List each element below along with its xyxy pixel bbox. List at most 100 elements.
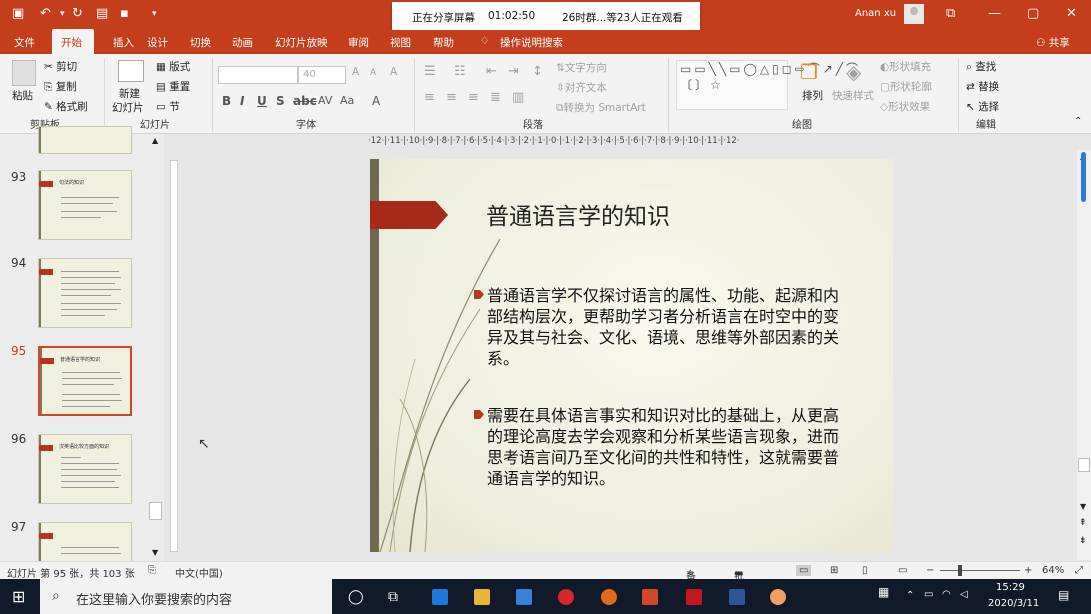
new-slide-button-line2[interactable]: 幻灯片: [112, 100, 144, 115]
normal-view-icon[interactable]: ▭: [796, 565, 812, 576]
paste-button[interactable]: 粘贴: [12, 88, 33, 103]
tab-review[interactable]: 审阅: [348, 35, 369, 50]
replace-button[interactable]: ⇄ 替换: [966, 79, 999, 94]
decrease-indent-icon[interactable]: ⇤: [486, 64, 497, 79]
share-button[interactable]: ⚇ 共享: [1036, 35, 1070, 50]
cut-button[interactable]: ✂ 剪切: [44, 59, 77, 74]
close-icon[interactable]: ✕: [1066, 6, 1077, 21]
numbering-icon[interactable]: ☷: [454, 64, 466, 79]
collapse-ribbon-icon[interactable]: ⌃: [1074, 116, 1082, 127]
firefox-icon[interactable]: [601, 589, 617, 605]
zoom-out-icon[interactable]: −: [926, 565, 934, 576]
text-direction-button[interactable]: ⇅文字方向: [556, 60, 607, 75]
editor-scrollbar[interactable]: ▲ ▼ ⇞ ⇟: [1077, 150, 1091, 560]
tab-insert[interactable]: 插入: [113, 35, 134, 50]
fit-slide-icon[interactable]: ⤢: [1075, 565, 1083, 576]
thumbnails-scrollbar[interactable]: ▲ ▼: [148, 134, 164, 561]
align-left-icon[interactable]: ≡: [424, 90, 435, 105]
customize-icon[interactable]: ▪: [120, 6, 129, 21]
select-button[interactable]: ↖ 选择: [966, 99, 999, 114]
zoom-level[interactable]: 64%: [1042, 565, 1064, 576]
scroll-thumb[interactable]: [1078, 458, 1090, 472]
layout-button[interactable]: ▦ 版式: [156, 59, 190, 74]
taskbar-search-box[interactable]: ⌕ 在这里输入你要搜索的内容: [40, 579, 332, 614]
scroll-up-icon[interactable]: ▲: [152, 136, 158, 145]
slide-title[interactable]: 普通语言学的知识: [486, 197, 670, 231]
justify-icon[interactable]: ≣: [490, 90, 501, 105]
current-slide[interactable]: 普通语言学的知识 普通语言学不仅探讨语言的属性、功能、起源和内部结构层次，更帮助…: [370, 159, 893, 552]
user-name[interactable]: Anan xu: [855, 8, 896, 19]
next-slide-icon[interactable]: ⇟: [1079, 536, 1087, 546]
tab-file[interactable]: 文件: [14, 35, 35, 50]
battery-icon[interactable]: ▭: [924, 589, 933, 600]
tab-help[interactable]: 帮助: [433, 35, 454, 50]
ribbon-display-icon[interactable]: ⧉: [946, 6, 955, 21]
clock-time[interactable]: 15:29: [996, 582, 1025, 593]
tab-home[interactable]: 开始: [52, 29, 94, 55]
redo-icon[interactable]: ↻: [72, 6, 83, 21]
font-color-icon[interactable]: A: [372, 94, 380, 108]
shadow-icon[interactable]: S: [276, 94, 285, 108]
netease-music-icon[interactable]: [558, 589, 574, 605]
char-spacing-icon[interactable]: AV: [318, 94, 332, 107]
bullet-paragraph[interactable]: 需要在具体语言事实和知识对比的基础上，从更高的理论高度去学会观察和分析某些语言现…: [474, 405, 842, 489]
align-text-button[interactable]: ⇳对齐文本: [556, 80, 607, 95]
bullet-paragraph[interactable]: 普通语言学不仅探讨语言的属性、功能、起源和内部结构层次，更帮助学习者分析语言在时…: [474, 285, 842, 369]
tab-design[interactable]: 设计: [147, 35, 168, 50]
scroll-thumb[interactable]: [149, 502, 162, 520]
quick-styles-button[interactable]: 快速样式: [832, 88, 874, 103]
increase-indent-icon[interactable]: ⇥: [508, 64, 519, 79]
scroll-down-icon[interactable]: ▼: [152, 548, 158, 557]
notifications-icon[interactable]: ▤: [1058, 588, 1069, 602]
tell-me-search[interactable]: 操作说明搜索: [500, 35, 563, 50]
pdf-reader-icon[interactable]: [686, 589, 702, 605]
tray-app-icon[interactable]: ▦: [878, 585, 889, 599]
slide-sorter-icon[interactable]: ⊞: [830, 565, 838, 576]
scroll-down-icon[interactable]: ▼: [1080, 502, 1086, 511]
prev-slide-icon[interactable]: ⇞: [1079, 518, 1087, 528]
underline-icon[interactable]: U: [257, 94, 267, 108]
reset-button[interactable]: ▤ 重置: [156, 79, 190, 94]
undo-icon[interactable]: ↶: [40, 6, 51, 21]
shape-outline-button[interactable]: ▢形状轮廓: [880, 79, 932, 94]
shape-effects-button[interactable]: ◇形状效果: [880, 99, 930, 114]
chevron-down-icon[interactable]: ▾: [60, 9, 65, 19]
clear-format-icon[interactable]: A: [390, 66, 397, 78]
maximize-icon[interactable]: ▢: [1027, 6, 1039, 21]
spellcheck-icon[interactable]: ⎘: [148, 565, 156, 576]
store-icon[interactable]: [516, 589, 532, 605]
arrange-button[interactable]: 排列: [802, 88, 823, 103]
align-right-icon[interactable]: ≡: [468, 90, 479, 105]
slide-thumbnail[interactable]: 句法的知识: [38, 170, 132, 240]
wifi-icon[interactable]: ◠: [942, 589, 951, 600]
reading-view-icon[interactable]: ▯: [862, 565, 868, 576]
strikethrough-icon[interactable]: abc: [293, 94, 317, 108]
slide-thumbnail-selected[interactable]: 普通语言学的知识: [38, 346, 132, 416]
tab-view[interactable]: 视图: [390, 35, 411, 50]
language[interactable]: 中文(中国): [175, 565, 223, 580]
word-icon[interactable]: [729, 589, 745, 605]
shape-fill-button[interactable]: ◐形状填充: [880, 59, 931, 74]
share-viewers[interactable]: 26时群...等23人正在观看: [562, 10, 683, 25]
font-size-select[interactable]: 40: [298, 66, 346, 84]
font-shrink-icon[interactable]: A: [370, 68, 376, 78]
save-icon[interactable]: ▣: [12, 6, 24, 21]
section-button[interactable]: ▭ 节: [156, 99, 180, 114]
app-avatar-icon[interactable]: [770, 589, 786, 605]
align-center-icon[interactable]: ≡: [446, 90, 457, 105]
avatar[interactable]: [904, 4, 924, 24]
zoom-slider[interactable]: [940, 570, 1020, 571]
columns-icon[interactable]: ▥: [512, 90, 524, 105]
clock-date[interactable]: 2020/3/11: [988, 598, 1039, 609]
shapes-gallery[interactable]: ▭▭╲╲▭◯△▯◻⇨⌒↗╱⌒〔〕☆: [676, 60, 858, 110]
zoom-slider-thumb[interactable]: [958, 565, 962, 576]
font-name-select[interactable]: [218, 66, 298, 84]
change-case-icon[interactable]: Aa: [340, 94, 354, 107]
line-spacing-icon[interactable]: ↕: [532, 64, 543, 79]
slide-thumbnail[interactable]: 汉英语比较方面的知识: [38, 434, 132, 504]
windows-start-icon[interactable]: ⊞: [12, 587, 25, 606]
bold-icon[interactable]: B: [222, 94, 231, 108]
minimize-icon[interactable]: —: [988, 6, 1001, 21]
slide-thumbnail[interactable]: [38, 126, 132, 154]
edge-icon[interactable]: [432, 589, 448, 605]
